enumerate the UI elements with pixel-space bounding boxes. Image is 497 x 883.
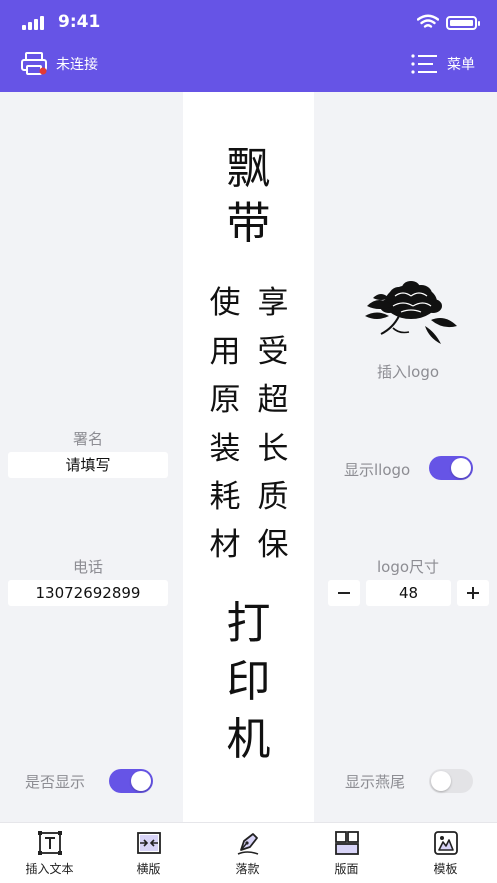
insert-logo-label[interactable]: 插入logo bbox=[328, 361, 488, 382]
ribbon-char: 机 bbox=[226, 714, 271, 765]
horizontal-layout-icon bbox=[137, 832, 161, 854]
ribbon-char: 材 bbox=[209, 527, 241, 563]
ribbon-char: 飘 bbox=[226, 143, 271, 194]
tab-signature[interactable]: 落款 bbox=[198, 823, 297, 883]
battery-icon bbox=[446, 16, 480, 30]
wifi-icon bbox=[417, 14, 439, 28]
tab-layout[interactable]: 版面 bbox=[297, 823, 396, 883]
tab-label: 版面 bbox=[334, 862, 359, 876]
app-header: 9:41 未连接 菜单 bbox=[0, 0, 497, 92]
ribbon-char: 质 bbox=[257, 479, 289, 515]
tab-label: 横版 bbox=[136, 862, 161, 876]
tab-label: 落款 bbox=[235, 862, 260, 876]
show-signature-label: 是否显示 bbox=[25, 773, 86, 791]
logo-size-input[interactable]: 48 bbox=[366, 580, 451, 606]
show-logo-toggle[interactable] bbox=[429, 456, 473, 480]
bottom-tab-bar: 插入文本 横版 落款 版面 模板 bbox=[0, 822, 497, 883]
tab-template[interactable]: 模板 bbox=[396, 823, 495, 883]
tab-label: 插入文本 bbox=[25, 862, 74, 876]
tab-label: 模板 bbox=[433, 862, 458, 876]
ribbon-char: 装 bbox=[209, 431, 241, 467]
logo-size-label: logo尺寸 bbox=[376, 558, 440, 576]
ribbon-char: 受 bbox=[257, 334, 289, 370]
tab-horizontal[interactable]: 横版 bbox=[99, 823, 198, 883]
show-signature-toggle[interactable] bbox=[109, 769, 153, 793]
ribbon-char: 用 bbox=[209, 334, 241, 370]
ribbon-char: 享 bbox=[257, 285, 289, 321]
ribbon-char: 使 bbox=[209, 285, 241, 321]
logo-size-decrease-button[interactable] bbox=[328, 580, 360, 606]
tab-insert-text[interactable]: 插入文本 bbox=[0, 823, 99, 883]
show-logo-label: 显示llogo bbox=[344, 461, 411, 479]
ribbon-char: 带 bbox=[226, 198, 271, 249]
phone-input[interactable]: 13072692899 bbox=[8, 580, 168, 606]
signature-input[interactable]: 请填写 bbox=[8, 452, 168, 478]
printer-status-label: 未连接 bbox=[56, 57, 98, 73]
insert-text-icon bbox=[38, 831, 62, 855]
signature-pen-icon bbox=[237, 833, 259, 855]
phone-label: 电话 bbox=[72, 558, 103, 576]
ribbon-preview-canvas[interactable]: 飘 带 使 用 原 装 耗 材 享 受 超 长 质 保 打 印 机 bbox=[183, 92, 314, 822]
ribbon-char: 打 bbox=[226, 598, 271, 649]
status-bar: 9:41 bbox=[0, 0, 497, 44]
swallowtail-label: 显示燕尾 bbox=[345, 773, 406, 791]
ribbon-char: 保 bbox=[257, 527, 289, 563]
printer-icon bbox=[21, 52, 47, 75]
template-icon bbox=[434, 831, 458, 855]
cellular-signal-icon bbox=[22, 16, 46, 30]
ribbon-char: 长 bbox=[257, 431, 289, 467]
menu-button[interactable]: 菜单 bbox=[411, 50, 475, 78]
ribbon-char: 原 bbox=[209, 382, 241, 418]
menu-label: 菜单 bbox=[447, 57, 475, 73]
ribbon-char: 耗 bbox=[209, 479, 241, 515]
layout-grid-icon bbox=[335, 831, 359, 855]
minus-icon bbox=[338, 592, 350, 594]
peony-logo-image[interactable] bbox=[359, 276, 459, 346]
signature-label: 署名 bbox=[72, 430, 103, 448]
plus-icon bbox=[467, 587, 479, 599]
ribbon-char: 超 bbox=[257, 382, 289, 418]
peony-flower-icon bbox=[365, 281, 457, 344]
ribbon-char: 印 bbox=[226, 656, 271, 707]
menu-list-icon bbox=[411, 54, 437, 74]
printer-connection-button[interactable]: 未连接 bbox=[20, 50, 98, 78]
logo-size-increase-button[interactable] bbox=[457, 580, 489, 606]
status-time: 9:41 bbox=[58, 12, 101, 32]
swallowtail-toggle[interactable] bbox=[429, 769, 473, 793]
